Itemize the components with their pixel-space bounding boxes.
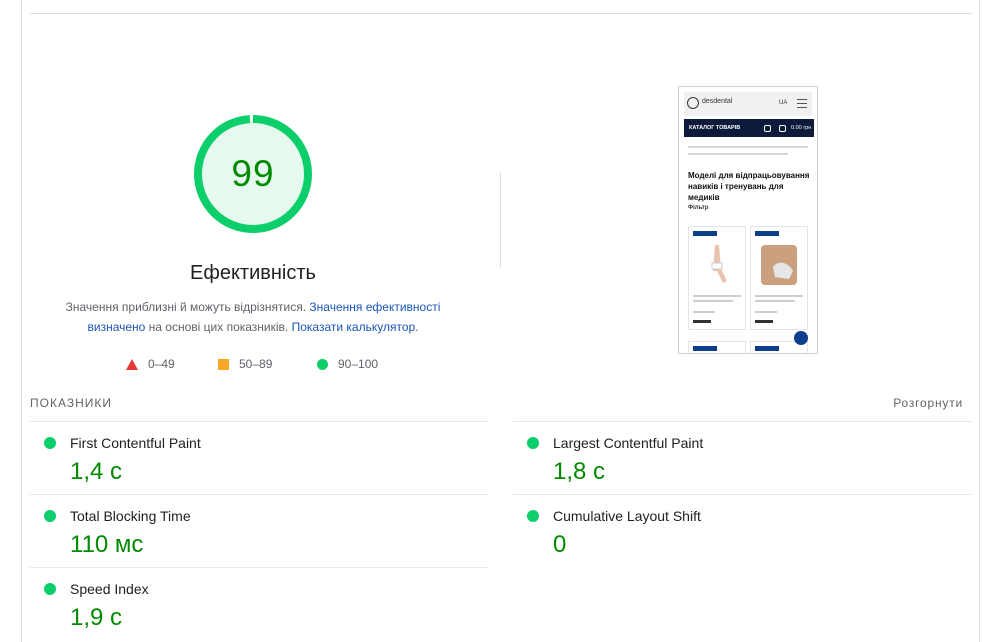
desc-text-middle: на основі цих показників.: [148, 319, 289, 334]
site-brand: desdental: [702, 98, 733, 105]
metric-tbt: Total Blocking Time 110 мс: [30, 494, 489, 567]
red-triangle-icon: [126, 358, 138, 370]
metric-value: 110 мс: [70, 531, 144, 558]
cart-icon: [779, 125, 786, 132]
gauge-description: Значення приблизні й можуть відрізнятися…: [50, 298, 456, 337]
performance-score: 99: [231, 153, 275, 194]
section-divider: [30, 13, 972, 14]
metric-fcp: First Contentful Paint 1,4 с: [30, 421, 489, 494]
metric-si: Speed Index 1,9 с: [30, 567, 489, 640]
product-card: [688, 226, 746, 330]
product-card: [750, 226, 808, 330]
green-circle-icon: [317, 358, 328, 370]
metric-value: 1,4 с: [70, 458, 123, 485]
product-card: [688, 341, 746, 353]
metric-cls: Cumulative Layout Shift 0: [513, 494, 972, 567]
metric-name: Largest Contentful Paint: [553, 435, 704, 451]
green-circle-icon: [44, 510, 56, 522]
product-badge: [693, 231, 717, 236]
desc-suffix: .: [415, 319, 419, 334]
metric-name: First Contentful Paint: [70, 435, 201, 451]
metric-name: Cumulative Layout Shift: [553, 508, 701, 524]
orange-square-icon: [218, 358, 229, 370]
product-badge: [755, 231, 779, 236]
final-screenshot[interactable]: desdental UA КАТАЛОГ ТОВАРІВ 0.00 грн Мо…: [678, 86, 818, 354]
desc-text: Значення приблизні й можуть відрізнятися…: [65, 300, 307, 314]
metric-name: Speed Index: [70, 581, 149, 597]
site-nav-bar: КАТАЛОГ ТОВАРІВ 0.00 грн: [684, 119, 814, 137]
legend-label: 0–49: [148, 357, 175, 371]
product-image: [711, 245, 727, 283]
site-breadcrumb-line: [688, 153, 788, 155]
site-logo-icon: [687, 97, 699, 109]
site-nav-catalog: КАТАЛОГ ТОВАРІВ: [689, 125, 741, 131]
legend-average: 50–89: [218, 357, 272, 371]
expand-toggle[interactable]: Розгорнути: [860, 396, 963, 410]
metric-value: 0: [553, 531, 567, 558]
heart-icon: [764, 125, 771, 132]
site-filter: Фільтр: [688, 205, 709, 211]
gauge-title: Ефективність: [190, 262, 316, 284]
site-lang: UA: [779, 100, 788, 106]
legend-label: 50–89: [239, 357, 273, 371]
site-breadcrumb: [688, 146, 808, 148]
metric-name: Total Blocking Time: [70, 508, 191, 524]
floating-action-button: [794, 331, 808, 345]
site-page-title: Моделі для відпрацьовування навиків і тр…: [688, 171, 810, 202]
vertical-divider: [500, 172, 501, 268]
site-cart-total: 0.00 грн: [791, 125, 812, 131]
show-calculator-link[interactable]: Показати калькулятор: [292, 320, 416, 334]
hamburger-icon: [797, 99, 807, 111]
product-image: [761, 245, 797, 285]
metric-value: 1,9 с: [70, 604, 123, 631]
green-circle-icon: [44, 437, 56, 449]
metric-value: 1,8 с: [553, 458, 606, 485]
green-circle-icon: [527, 437, 539, 449]
green-circle-icon: [527, 510, 539, 522]
metrics-heading: ПОКАЗНИКИ: [30, 396, 112, 410]
metric-lcp: Largest Contentful Paint 1,8 с: [513, 421, 972, 494]
legend-pass: 90–100: [317, 357, 378, 371]
legend-label: 90–100: [338, 357, 379, 371]
green-circle-icon: [44, 583, 56, 595]
legend-fail: 0–49: [126, 357, 175, 371]
